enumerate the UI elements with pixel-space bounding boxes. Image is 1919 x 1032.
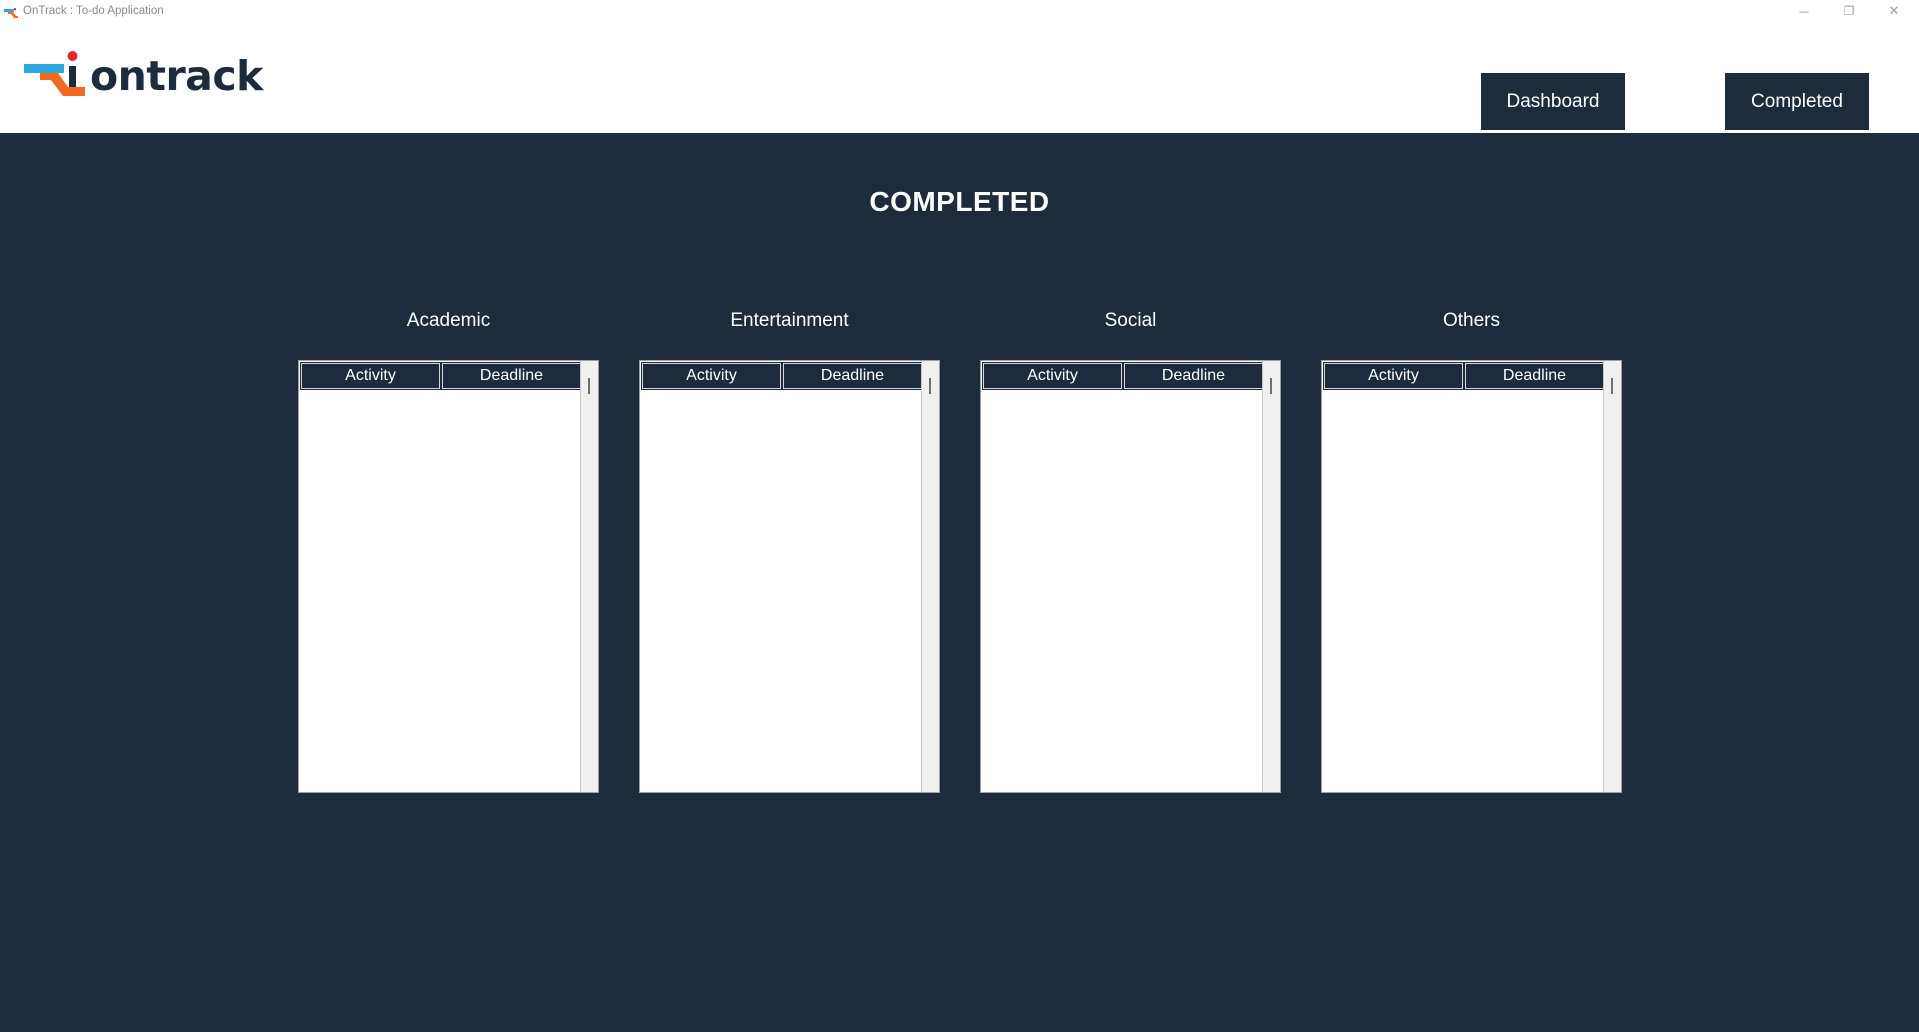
list-body[interactable]: [983, 391, 1263, 789]
window-titlebar: OnTrack : To-do Application ─ ❐ ✕: [0, 0, 1919, 24]
column-header-deadline[interactable]: Deadline: [782, 362, 923, 390]
category-label: Academic: [406, 310, 491, 331]
task-list[interactable]: Activity Deadline: [298, 360, 599, 793]
scrollbar-thumb[interactable]: [1270, 378, 1272, 394]
task-list[interactable]: Activity Deadline: [980, 360, 1281, 793]
list-body[interactable]: [642, 391, 922, 789]
scrollbar-thumb[interactable]: [929, 378, 931, 394]
list-body[interactable]: [301, 391, 581, 789]
column-header-activity[interactable]: Activity: [641, 362, 782, 390]
ontrack-logo: ontrack: [24, 50, 263, 100]
scrollbar-thumb[interactable]: [1611, 378, 1613, 394]
scrollbar-thumb[interactable]: [588, 378, 590, 394]
dashboard-button[interactable]: Dashboard: [1481, 73, 1625, 130]
completed-button[interactable]: Completed: [1725, 73, 1869, 130]
task-list[interactable]: Activity Deadline: [1321, 360, 1622, 793]
category-label: Others: [1442, 310, 1501, 331]
column-header-activity[interactable]: Activity: [1323, 362, 1464, 390]
page-title: COMPLETED: [869, 186, 1050, 217]
column-header-deadline[interactable]: Deadline: [441, 362, 582, 390]
vertical-scrollbar[interactable]: [1262, 361, 1280, 792]
list-header-row: Activity Deadline: [641, 362, 924, 390]
category-label: Social: [1104, 310, 1157, 331]
maximize-button[interactable]: ❐: [1827, 0, 1871, 22]
category-label: Entertainment: [730, 310, 849, 331]
vertical-scrollbar[interactable]: [921, 361, 939, 792]
close-button[interactable]: ✕: [1872, 0, 1916, 22]
vertical-scrollbar[interactable]: [580, 361, 598, 792]
logo-mark-icon: [24, 51, 85, 96]
logo-wordmark: ontrack: [90, 52, 263, 100]
vertical-scrollbar[interactable]: [1603, 361, 1621, 792]
column-header-deadline[interactable]: Deadline: [1464, 362, 1605, 390]
list-header-row: Activity Deadline: [982, 362, 1265, 390]
window-title: OnTrack : To-do Application: [23, 5, 164, 17]
list-header-row: Activity Deadline: [300, 362, 583, 390]
column-header-deadline[interactable]: Deadline: [1123, 362, 1264, 390]
task-list[interactable]: Activity Deadline: [639, 360, 940, 793]
minimize-button[interactable]: ─: [1782, 0, 1826, 22]
column-header-activity[interactable]: Activity: [300, 362, 441, 390]
app-icon: [4, 6, 18, 18]
list-body[interactable]: [1324, 391, 1604, 789]
column-header-activity[interactable]: Activity: [982, 362, 1123, 390]
list-header-row: Activity Deadline: [1323, 362, 1606, 390]
app-header: ontrack Dashboard Completed: [0, 24, 1919, 133]
